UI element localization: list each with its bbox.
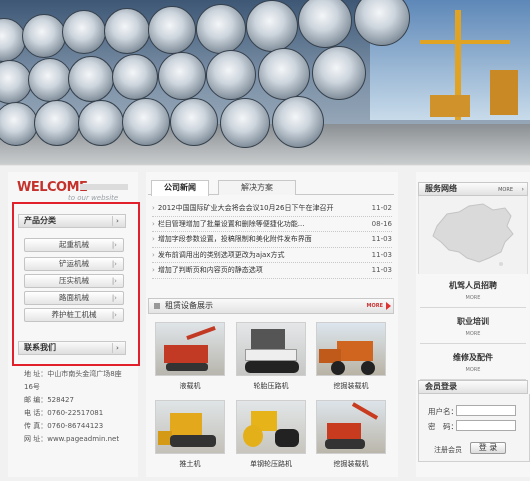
password-input[interactable] xyxy=(456,420,516,431)
training-link[interactable]: 职业培训 MORE xyxy=(420,312,526,344)
highlight-box xyxy=(12,202,140,366)
news-list: › 2012中国国际矿业大会将会会议10月26日下午在津召开 11-02 › 栏目管理… xyxy=(152,201,392,279)
header-banner xyxy=(0,0,530,165)
equipment-header: 租赁设备展示 MORE xyxy=(148,298,394,314)
tab-solutions[interactable]: 解决方案 xyxy=(218,180,296,195)
repair-link[interactable]: 维修及配件 MORE xyxy=(420,348,526,380)
news-item[interactable]: › 2012中国国际矿业大会将会会议10月26日下午在津召开 11-02 xyxy=(152,201,392,217)
equipment-more-link[interactable]: MORE xyxy=(367,299,384,313)
china-map[interactable] xyxy=(418,196,528,274)
service-more-link[interactable]: MORE xyxy=(498,184,513,196)
tab-company-news[interactable]: 公司新闻 xyxy=(151,180,209,196)
recruitment-more[interactable]: MORE xyxy=(420,295,526,301)
map-icon xyxy=(432,203,514,266)
product-image[interactable] xyxy=(316,322,386,376)
bullet-icon: › xyxy=(152,266,155,274)
square-icon xyxy=(154,303,160,309)
register-link[interactable]: 注册会员 xyxy=(434,445,462,455)
product-image[interactable] xyxy=(316,400,386,454)
product-card[interactable]: 轮胎压路机 xyxy=(236,322,306,391)
welcome-decoration xyxy=(80,184,128,190)
contact-address: 地 址：中山市南头金湾广场8座16号 xyxy=(24,370,122,391)
product-card[interactable]: 推土机 xyxy=(155,400,225,469)
product-name[interactable]: 轮胎压路机 xyxy=(236,381,306,391)
username-label: 用户名： xyxy=(428,407,458,416)
training-title[interactable]: 职业培训 xyxy=(420,316,526,327)
password-label: 密 码： xyxy=(428,422,458,431)
product-image[interactable] xyxy=(155,400,225,454)
welcome-title: WELCOME xyxy=(17,180,88,195)
contact-website[interactable]: 网 址：www.pageadmin.net xyxy=(24,433,124,446)
product-name[interactable]: 挖掘装载机 xyxy=(316,459,386,469)
news-item[interactable]: › 发布前调用出的类别选项更改为ajax方式 11-03 xyxy=(152,247,392,263)
news-item[interactable]: › 增加字段参数设置，投稿限制和美化附件发布界面 11-03 xyxy=(152,232,392,248)
contact-fax: 传 真：0760-86744123 xyxy=(24,422,104,430)
username-input[interactable] xyxy=(456,405,516,416)
news-item[interactable]: › 增加了判断页和内容页的静态选项 11-03 xyxy=(152,263,392,279)
training-more[interactable]: MORE xyxy=(420,331,526,337)
bullet-icon: › xyxy=(152,204,155,212)
product-name[interactable]: 推土机 xyxy=(155,459,225,469)
product-card[interactable]: 挖掘装载机 xyxy=(316,322,386,391)
news-tabs: 公司新闻 解决方案 xyxy=(148,180,394,196)
product-name[interactable]: 单钢轮压路机 xyxy=(236,459,306,469)
product-card[interactable]: 液载机 xyxy=(155,322,225,391)
repair-more[interactable]: MORE xyxy=(420,367,526,373)
product-name[interactable]: 液载机 xyxy=(155,381,225,391)
news-item[interactable]: › 栏目管理增加了批量设置和删除等便捷化功能... 08-16 xyxy=(152,216,392,232)
chevron-right-icon[interactable]: › xyxy=(522,184,524,196)
product-name[interactable]: 挖掘装载机 xyxy=(316,381,386,391)
service-network-header: 服务网络 MORE › xyxy=(418,182,528,196)
product-card[interactable]: 挖掘装载机 xyxy=(316,400,386,469)
member-login-title: 会员登录 xyxy=(425,382,457,391)
product-image[interactable] xyxy=(236,322,306,376)
bullet-icon: › xyxy=(152,250,155,259)
member-login-header: 会员登录 xyxy=(418,380,528,394)
repair-title[interactable]: 维修及配件 xyxy=(420,352,526,363)
contact-phone: 电 话：0760-22517081 xyxy=(24,409,104,417)
product-image[interactable] xyxy=(155,322,225,376)
contact-postcode: 邮 编：528427 xyxy=(24,396,74,404)
recruitment-title[interactable]: 机驾人员招聘 xyxy=(420,280,526,291)
product-image[interactable] xyxy=(236,400,306,454)
product-card[interactable]: 单钢轮压路机 xyxy=(236,400,306,469)
bullet-icon: › xyxy=(152,219,155,228)
contact-info: 地 址：中山市南头金湾广场8座16号 邮 编：528427 电 话：0760-2… xyxy=(24,368,124,446)
service-network-title: 服务网络 xyxy=(425,184,457,193)
arrow-right-icon[interactable] xyxy=(386,302,391,310)
welcome-subtitle: to our website xyxy=(68,194,119,202)
equipment-title: 租赁设备展示 xyxy=(165,301,213,310)
login-button[interactable]: 登 录 xyxy=(470,442,506,454)
recruitment-link[interactable]: 机驾人员招聘 MORE xyxy=(420,276,526,308)
bullet-icon: › xyxy=(152,235,155,243)
